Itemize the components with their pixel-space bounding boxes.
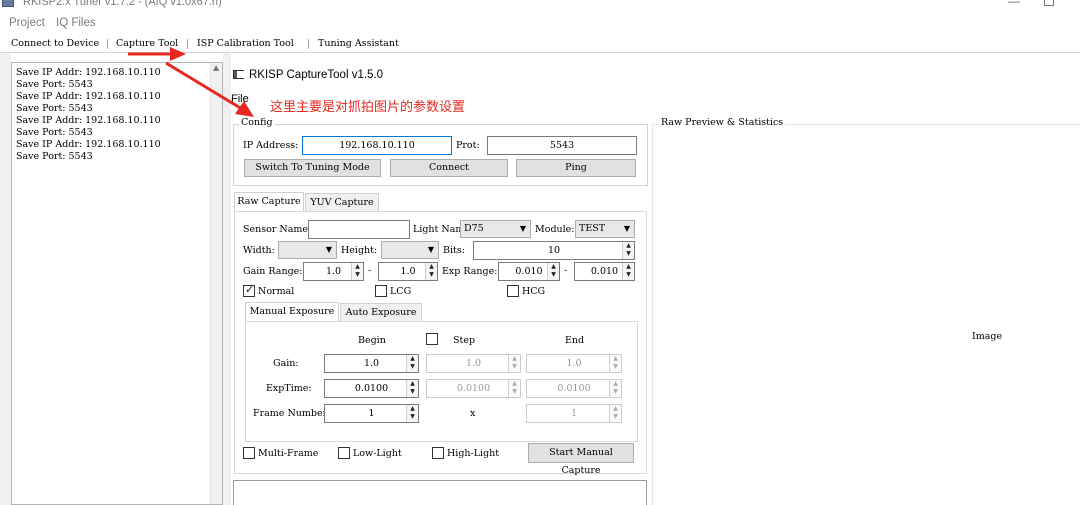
arrow-head-icon (235, 101, 254, 117)
annotation-arrows (128, 47, 254, 117)
arrow-to-config-line (165, 61, 243, 111)
arrow-head-icon (170, 47, 186, 61)
